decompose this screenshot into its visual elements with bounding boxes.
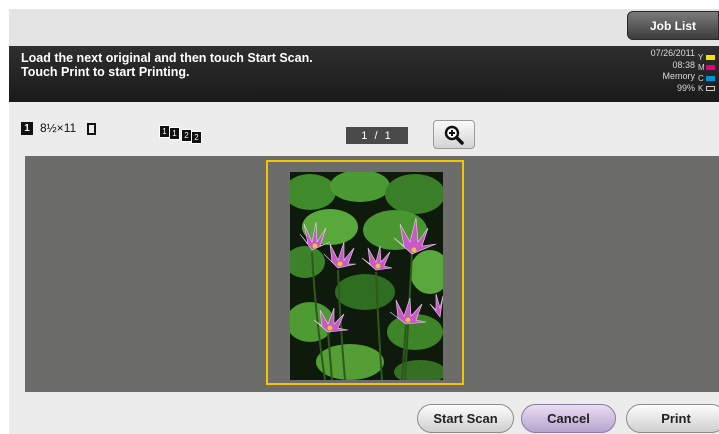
collate-page: 2	[191, 131, 202, 144]
status-date: 07/26/2011	[650, 48, 695, 58]
toner-letter: Y	[698, 52, 704, 62]
toner-row-cyan: C	[698, 73, 716, 84]
toner-letter: M	[698, 63, 705, 73]
toner-letter: C	[698, 73, 704, 83]
toner-letter: K	[698, 84, 704, 94]
paper-orientation-icon	[87, 123, 96, 135]
message-line-2: Touch Print to start Printing.	[21, 65, 190, 79]
toner-bar-cyan	[706, 75, 715, 81]
status-text: 07/26/2011 08:38 Memory 99%	[635, 48, 695, 94]
device-status: 07/26/2011 08:38 Memory 99% Y M C K	[635, 48, 715, 98]
toner-bar-black	[706, 86, 715, 92]
magnifier-plus-icon	[444, 125, 464, 145]
memory-value: 99%	[676, 82, 695, 93]
page-counter: 1 / 1	[346, 127, 408, 144]
status-time: 08:38	[672, 59, 695, 70]
toner-bar-magenta	[706, 65, 715, 71]
toner-bar-yellow	[706, 54, 715, 60]
preview-area	[25, 156, 719, 392]
cancel-button[interactable]: Cancel	[521, 404, 616, 433]
memory-label: Memory	[662, 71, 695, 81]
toner-row-magenta: M	[698, 63, 716, 74]
toner-levels: Y M C K	[698, 52, 716, 94]
info-row: 1 8½×11 1 1 2 2 1 / 1	[9, 113, 719, 155]
zoom-in-button[interactable]	[433, 120, 475, 149]
collate-page: 1	[169, 127, 180, 140]
toner-row-yellow: Y	[698, 52, 716, 63]
message-bar: Load the next original and then touch St…	[9, 46, 719, 102]
action-bar: Start Scan Cancel Print	[9, 401, 719, 434]
toner-row-black: K	[698, 84, 716, 95]
paper-size-label: 8½×11	[40, 121, 77, 135]
collate-icon: 1 1 2 2	[159, 125, 205, 145]
instruction-message: Load the next original and then touch St…	[21, 51, 313, 79]
job-list-button[interactable]: Job List	[627, 11, 719, 40]
top-strip: Job List	[9, 9, 719, 46]
page-thumbnail[interactable]	[266, 160, 464, 385]
message-line-1: Load the next original and then touch St…	[21, 51, 313, 65]
start-scan-button[interactable]: Start Scan	[417, 404, 514, 433]
scanned-page-image	[290, 172, 443, 380]
copy-preview-screen: Job List Load the next original and then…	[9, 9, 719, 434]
copy-count-badge: 1	[21, 122, 33, 135]
print-button[interactable]: Print	[626, 404, 719, 433]
